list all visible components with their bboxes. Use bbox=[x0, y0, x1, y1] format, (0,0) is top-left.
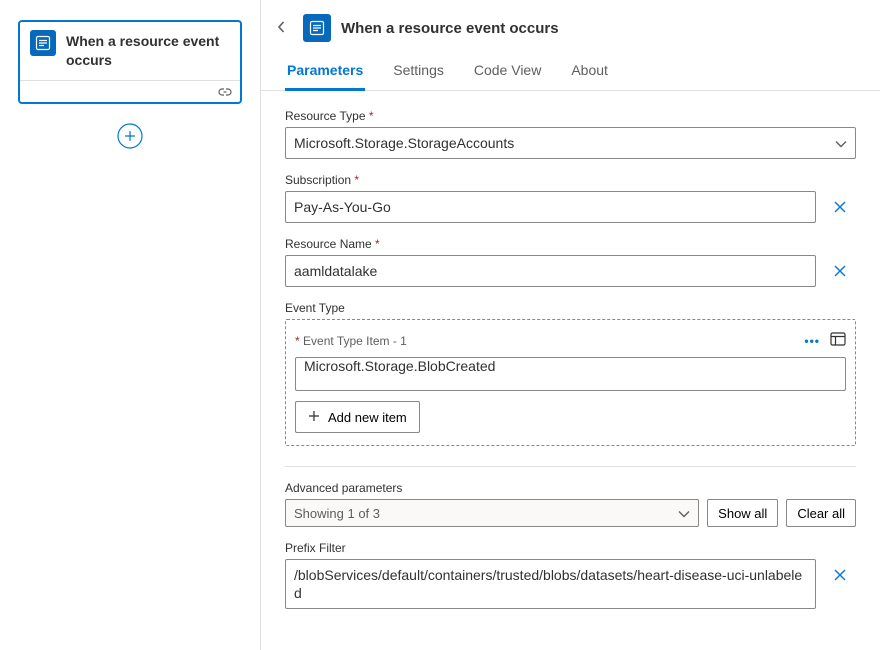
tab-settings[interactable]: Settings bbox=[391, 62, 446, 91]
divider bbox=[285, 466, 856, 467]
resource-name-label: Resource Name * bbox=[285, 237, 856, 251]
clear-prefix-button[interactable] bbox=[824, 559, 856, 591]
resource-name-select[interactable]: aamldatalake bbox=[285, 255, 816, 287]
parameters-form: Resource Type * Microsoft.Storage.Storag… bbox=[261, 91, 880, 650]
advanced-params-select[interactable]: Showing 1 of 3 bbox=[285, 499, 699, 527]
chevron-down-icon bbox=[678, 506, 690, 521]
add-new-item-button[interactable]: Add new item bbox=[295, 401, 420, 433]
prefix-filter-label: Prefix Filter bbox=[285, 541, 856, 555]
resource-type-label: Resource Type * bbox=[285, 109, 856, 123]
details-panel: When a resource event occurs Parameters … bbox=[260, 0, 880, 650]
event-grid-icon bbox=[303, 14, 331, 42]
chevron-down-icon bbox=[835, 135, 847, 151]
panel-header: When a resource event occurs bbox=[261, 0, 880, 52]
add-step-button[interactable] bbox=[116, 122, 144, 150]
trigger-node-card[interactable]: When a resource event occurs bbox=[18, 20, 242, 104]
trigger-node-title: When a resource event occurs bbox=[66, 30, 230, 70]
event-grid-icon bbox=[30, 30, 56, 56]
subscription-label: Subscription * bbox=[285, 173, 856, 187]
resource-type-select[interactable]: Microsoft.Storage.StorageAccounts bbox=[285, 127, 856, 159]
show-all-button[interactable]: Show all bbox=[707, 499, 778, 527]
flow-canvas: When a resource event occurs bbox=[0, 0, 260, 650]
tab-code-view[interactable]: Code View bbox=[472, 62, 543, 91]
trigger-node-footer bbox=[20, 80, 240, 102]
back-button[interactable] bbox=[271, 16, 293, 41]
tab-about[interactable]: About bbox=[569, 62, 610, 91]
clear-subscription-button[interactable] bbox=[824, 191, 856, 223]
link-icon bbox=[218, 85, 232, 100]
event-type-item-label: * Event Type Item - 1 bbox=[295, 334, 804, 348]
panel-title: When a resource event occurs bbox=[341, 20, 559, 37]
toggle-view-button[interactable] bbox=[830, 332, 846, 349]
event-type-item-input[interactable]: Microsoft.Storage.BlobCreated bbox=[295, 357, 846, 391]
item-menu-button[interactable]: ••• bbox=[804, 334, 820, 348]
event-type-label: Event Type bbox=[285, 301, 856, 315]
clear-all-button[interactable]: Clear all bbox=[786, 499, 856, 527]
plus-icon bbox=[308, 410, 320, 425]
event-type-group: * Event Type Item - 1 ••• Microsoft.S bbox=[285, 319, 856, 446]
panel-tabs: Parameters Settings Code View About bbox=[261, 52, 880, 91]
prefix-filter-input[interactable]: /blobServices/default/containers/trusted… bbox=[285, 559, 816, 609]
advanced-params-label: Advanced parameters bbox=[285, 481, 856, 495]
subscription-select[interactable]: Pay-As-You-Go bbox=[285, 191, 816, 223]
tab-parameters[interactable]: Parameters bbox=[285, 62, 365, 91]
clear-resource-name-button[interactable] bbox=[824, 255, 856, 287]
